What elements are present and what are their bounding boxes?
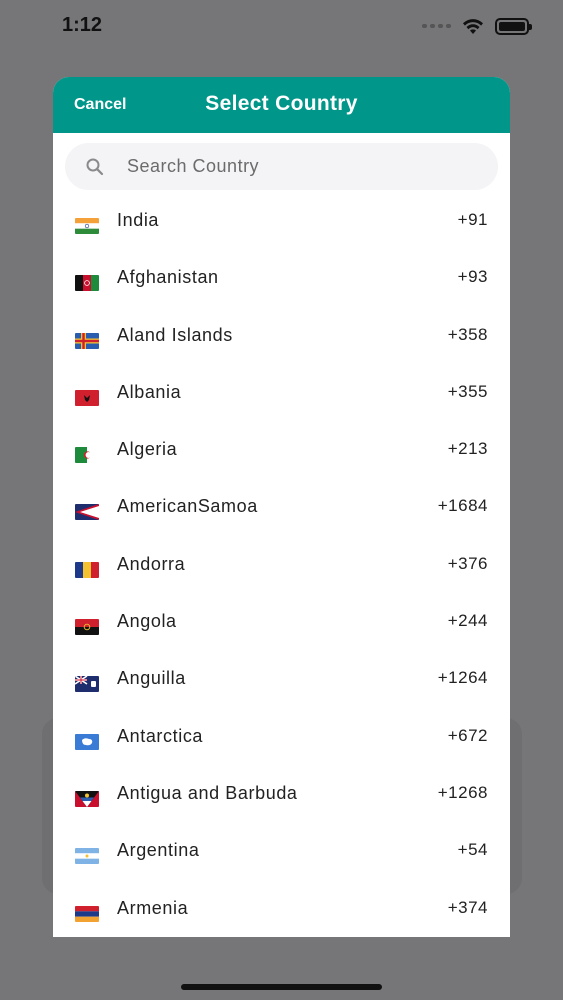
country-row-anguilla[interactable]: Anguilla +1264 [53,651,510,708]
country-code: +355 [447,381,488,401]
country-row-india[interactable]: India +91 [53,193,510,250]
wifi-icon [463,19,483,34]
search-icon [86,158,104,176]
battery-icon [495,17,532,35]
home-indicator[interactable] [181,984,382,990]
country-name: India [117,210,160,230]
country-name: Algeria [117,439,178,460]
country-name: Afghanistan [117,267,219,288]
country-code: +376 [447,553,488,573]
country-code: +54 [457,840,488,860]
country-list: India +91 Afghanistan +93 Aland Islands [53,193,510,937]
country-name: Andorra [117,553,186,574]
anguilla-flag-icon [75,676,99,693]
country-code: +358 [447,324,488,344]
country-code: +672 [447,725,488,745]
angola-flag-icon [75,619,99,636]
country-code: +244 [447,611,488,631]
country-name: Antarctica [117,725,204,746]
country-row-argentina[interactable]: Argentina +54 [53,823,510,880]
country-row-antigua-barbuda[interactable]: Antigua and Barbuda +1268 [53,766,510,823]
modal-header: Cancel Select Country [53,77,510,133]
status-time: 1:12 [62,14,103,36]
country-name: Angola [117,611,177,632]
country-code: +91 [457,210,488,229]
armenia-flag-icon [75,905,99,922]
country-row-andorra[interactable]: Andorra +376 [53,537,510,594]
country-row-angola[interactable]: Angola +244 [53,594,510,651]
antarctica-flag-icon [75,733,99,750]
cellular-icon [422,24,451,28]
country-code: +1264 [437,668,488,688]
country-code: +213 [447,439,488,459]
albania-flag-icon [75,389,99,406]
country-row-algeria[interactable]: Algeria +213 [53,422,510,479]
country-code: +93 [457,267,488,287]
country-row-aland-islands[interactable]: Aland Islands +358 [53,308,510,365]
country-row-american-samoa[interactable]: AmericanSamoa +1684 [53,479,510,536]
modal-title: Select Country [205,92,358,115]
country-name: Argentina [117,840,200,861]
andorra-flag-icon [75,561,99,578]
country-name: Armenia [117,897,189,918]
country-name: Antigua and Barbuda [117,782,298,803]
status-icons [422,15,532,37]
country-code: +1268 [437,782,488,802]
aland-islands-flag-icon [75,332,99,349]
country-name: Aland Islands [117,324,233,345]
india-flag-icon [75,218,99,234]
antigua-barbuda-flag-icon [75,790,99,807]
country-name: AmericanSamoa [117,496,258,517]
american-samoa-flag-icon [75,504,99,521]
country-row-afghanistan[interactable]: Afghanistan +93 [53,250,510,307]
country-code: +374 [447,897,488,917]
country-name: Albania [117,381,182,402]
country-row-albania[interactable]: Albania +355 [53,365,510,422]
country-code: +1684 [437,496,488,516]
screen: 1:12 Cancel Select Country Search Countr… [0,0,563,1000]
country-row-armenia[interactable]: Armenia +374 [53,881,510,937]
country-row-antarctica[interactable]: Antarctica +672 [53,709,510,766]
afghanistan-flag-icon [75,275,99,292]
algeria-flag-icon [75,447,99,464]
status-bar: 1:12 [0,0,563,54]
search-input[interactable] [127,143,487,190]
argentina-flag-icon [75,848,99,865]
country-name: Anguilla [117,668,186,689]
country-picker-modal: Cancel Select Country India +91 [53,77,510,937]
search-bar[interactable] [65,143,498,190]
